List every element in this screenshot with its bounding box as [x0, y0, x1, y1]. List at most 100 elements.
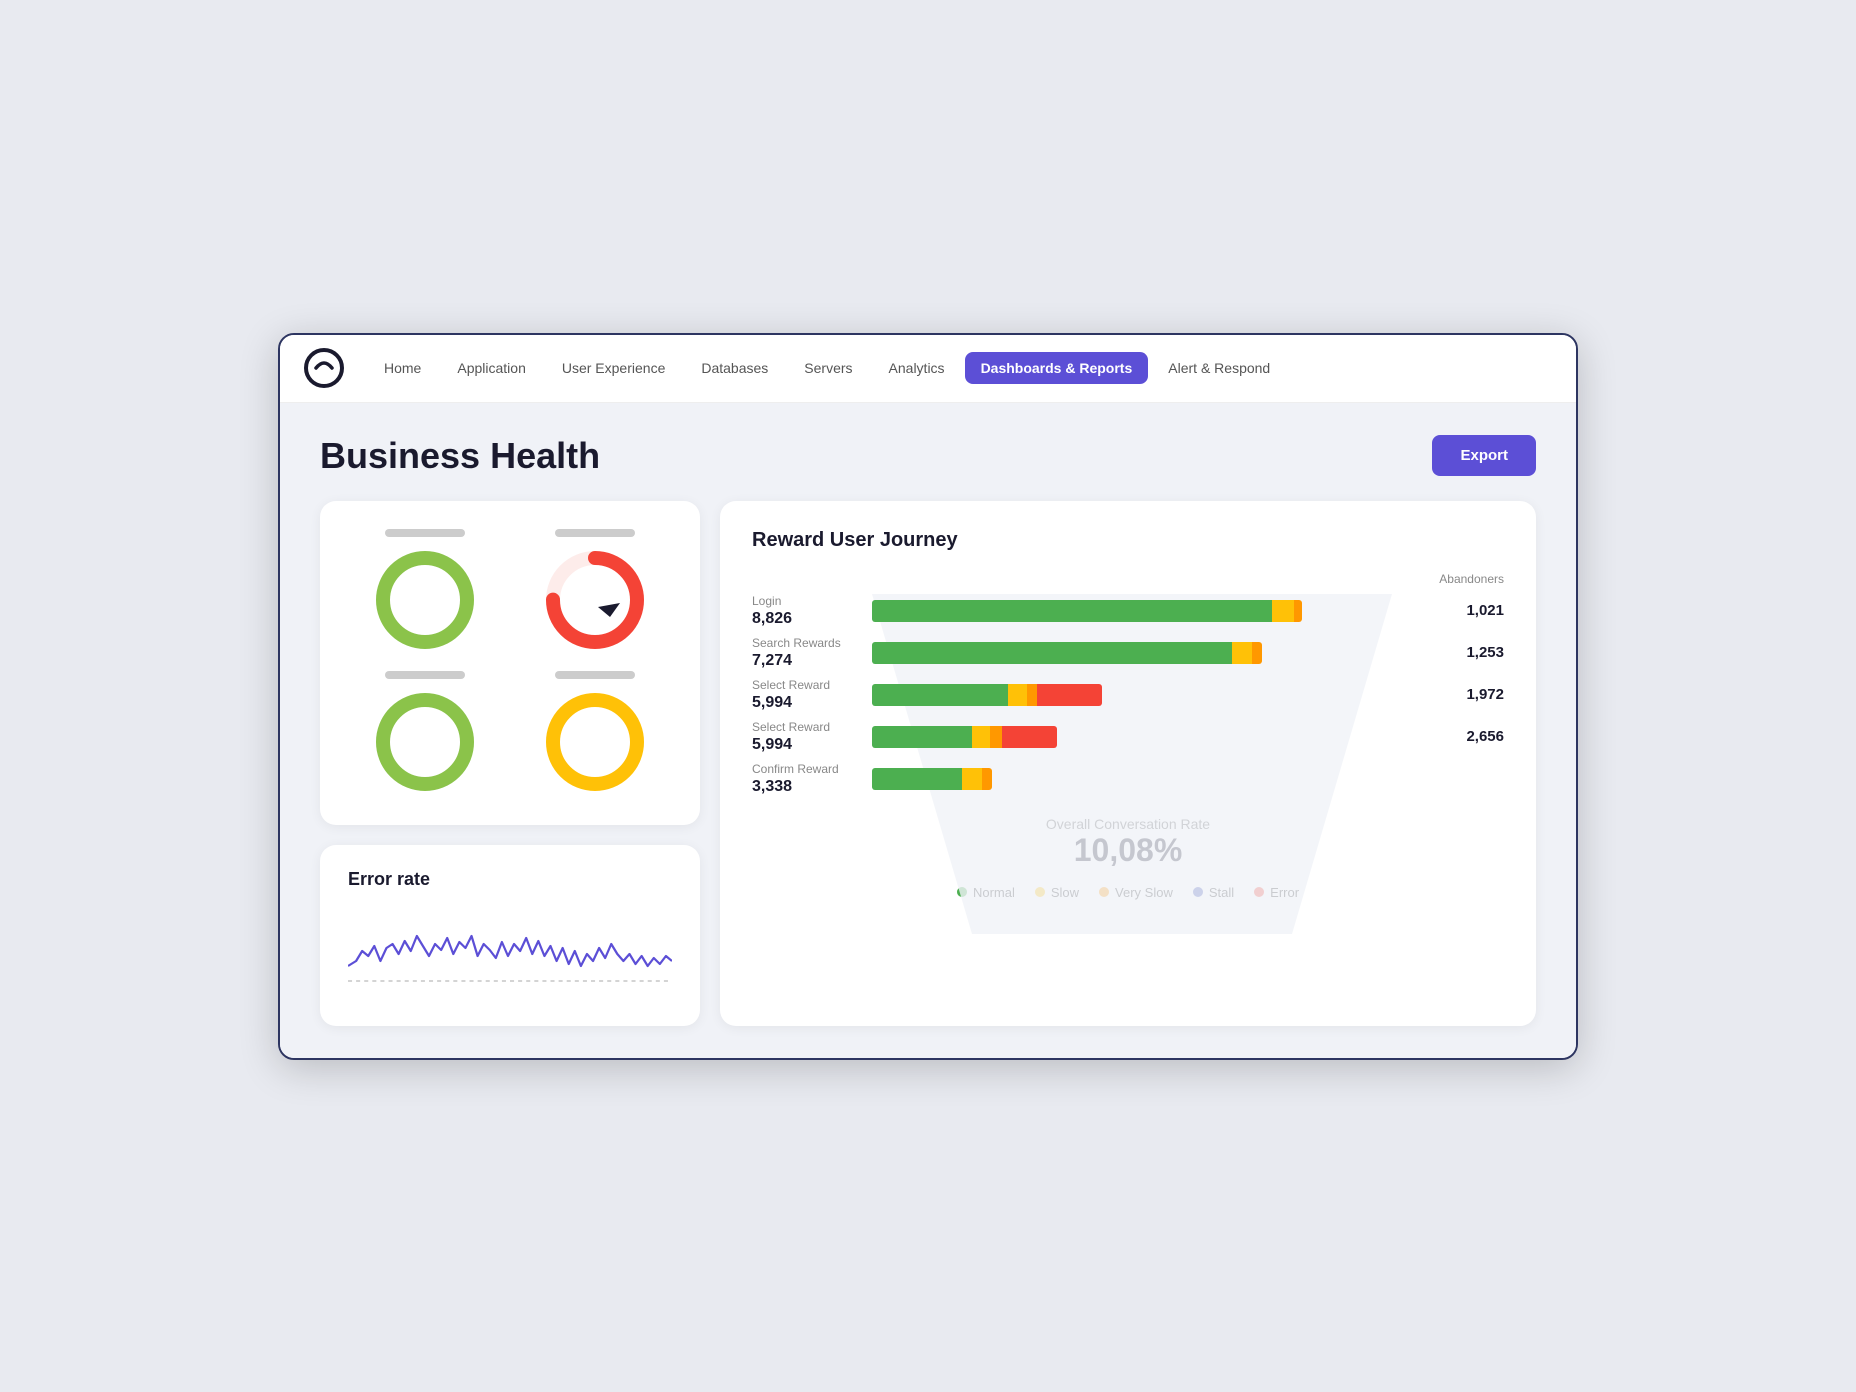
gauge-ring-3	[370, 687, 480, 797]
overall-rate-value: 10,08%	[752, 832, 1504, 869]
bar-slow	[1008, 684, 1027, 706]
bar-normal	[872, 726, 972, 748]
nav-alert[interactable]: Alert & Respond	[1152, 352, 1286, 384]
bar-veryslow	[990, 726, 1002, 748]
nav-home[interactable]: Home	[368, 352, 437, 384]
app-window: Home Application User Experience Databas…	[278, 333, 1578, 1060]
funnel-row-confirm: Confirm Reward 3,338	[752, 762, 1504, 796]
gauge-item-2	[518, 529, 672, 655]
navbar: Home Application User Experience Databas…	[280, 335, 1576, 403]
bar-error	[1002, 726, 1057, 748]
funnel-label-select2: Select Reward 5,994	[752, 720, 872, 754]
gauge-ring-2	[540, 545, 650, 655]
overall-rate: Overall Conversation Rate 10,08%	[752, 816, 1504, 869]
funnel-abandoners-select1: 1,972	[1424, 686, 1504, 703]
legend-label-stall: Stall	[1209, 885, 1234, 900]
gauge-item-3	[348, 671, 502, 797]
funnel-bar-select2-inner	[872, 726, 1057, 748]
legend-dot-error	[1254, 887, 1264, 897]
gauge-label-2	[555, 529, 635, 537]
overall-rate-label: Overall Conversation Rate	[752, 816, 1504, 832]
funnel-label-select1: Select Reward 5,994	[752, 678, 872, 712]
gauge-label-4	[555, 671, 635, 679]
funnel-bar-select1-inner	[872, 684, 1102, 706]
funnel-abandoners-select2: 2,656	[1424, 728, 1504, 745]
legend-slow: Slow	[1035, 885, 1079, 900]
funnel-bar-search-inner	[872, 642, 1262, 664]
gauge-ring-4	[540, 687, 650, 797]
nav-databases[interactable]: Databases	[685, 352, 784, 384]
funnel-row-select1: Select Reward 5,994 1,972	[752, 678, 1504, 712]
gauge-label-3	[385, 671, 465, 679]
bar-normal	[872, 684, 1008, 706]
funnel-bar-select1	[872, 681, 1424, 709]
legend-normal: Normal	[957, 885, 1015, 900]
gauge-item-1	[348, 529, 502, 655]
funnel-bar-login	[872, 597, 1424, 625]
funnel-row-select2: Select Reward 5,994 2,656	[752, 720, 1504, 754]
left-column: Error rate	[320, 501, 700, 1026]
funnel-container: Login 8,826 1,021	[752, 594, 1504, 796]
sparkline	[348, 906, 672, 1006]
funnel-row-login: Login 8,826 1,021	[752, 594, 1504, 628]
funnel-abandoners-login: 1,021	[1424, 602, 1504, 619]
gauges-card	[320, 501, 700, 825]
nav-application[interactable]: Application	[441, 352, 542, 384]
gauge-item-4	[518, 671, 672, 797]
legend-stall: Stall	[1193, 885, 1234, 900]
legend-dot-normal	[957, 887, 967, 897]
nav-analytics[interactable]: Analytics	[873, 352, 961, 384]
funnel-abandoners-search: 1,253	[1424, 644, 1504, 661]
funnel-bar-confirm	[872, 765, 1424, 793]
nav-servers[interactable]: Servers	[788, 352, 868, 384]
legend-label-error: Error	[1270, 885, 1299, 900]
bar-error	[1037, 684, 1102, 706]
page-header: Business Health Export	[320, 435, 1536, 477]
bar-normal	[872, 642, 1232, 664]
funnel-label-login: Login 8,826	[752, 594, 872, 628]
bar-slow	[1272, 600, 1294, 622]
logo	[304, 348, 344, 388]
journey-header-bar	[872, 572, 1424, 586]
nav-items: Home Application User Experience Databas…	[368, 352, 1286, 384]
funnel-bar-select2	[872, 723, 1424, 751]
journey-header-step	[752, 572, 872, 586]
bar-normal	[872, 768, 962, 790]
funnel-label-search: Search Rewards 7,274	[752, 636, 872, 670]
journey-title: Reward User Journey	[752, 529, 1504, 552]
journey-card: Reward User Journey Abandoners	[720, 501, 1536, 1026]
bar-slow	[962, 768, 982, 790]
legend-dot-stall	[1193, 887, 1203, 897]
funnel-label-confirm: Confirm Reward 3,338	[752, 762, 872, 796]
gauge-label-1	[385, 529, 465, 537]
content-area: Business Health Export	[280, 403, 1576, 1058]
export-button[interactable]: Export	[1432, 435, 1536, 476]
bar-normal	[872, 600, 1272, 622]
bar-slow	[972, 726, 990, 748]
main-grid: Error rate Reward User Journey	[320, 501, 1536, 1026]
bar-veryslow	[982, 768, 992, 790]
funnel-bar-search	[872, 639, 1424, 667]
error-rate-title: Error rate	[348, 869, 672, 890]
nav-dashboards[interactable]: Dashboards & Reports	[965, 352, 1149, 384]
funnel-bar-confirm-inner	[872, 768, 992, 790]
legend-very-slow: Very Slow	[1099, 885, 1173, 900]
legend-error: Error	[1254, 885, 1299, 900]
funnel-bar-login-inner	[872, 600, 1302, 622]
legend-label-very-slow: Very Slow	[1115, 885, 1173, 900]
nav-user-experience[interactable]: User Experience	[546, 352, 682, 384]
legend-dot-slow	[1035, 887, 1045, 897]
legend-label-slow: Slow	[1051, 885, 1079, 900]
bar-veryslow	[1027, 684, 1037, 706]
journey-header: Abandoners	[752, 572, 1504, 586]
gauge-ring-1	[370, 545, 480, 655]
bar-slow	[1232, 642, 1252, 664]
error-rate-card: Error rate	[320, 845, 700, 1026]
journey-header-abandoners: Abandoners	[1424, 572, 1504, 586]
page-title: Business Health	[320, 435, 600, 477]
legend-label-normal: Normal	[973, 885, 1015, 900]
legend: Normal Slow Very Slow Stall	[752, 885, 1504, 900]
funnel-row-search: Search Rewards 7,274 1,253	[752, 636, 1504, 670]
bar-veryslow	[1294, 600, 1302, 622]
legend-dot-very-slow	[1099, 887, 1109, 897]
